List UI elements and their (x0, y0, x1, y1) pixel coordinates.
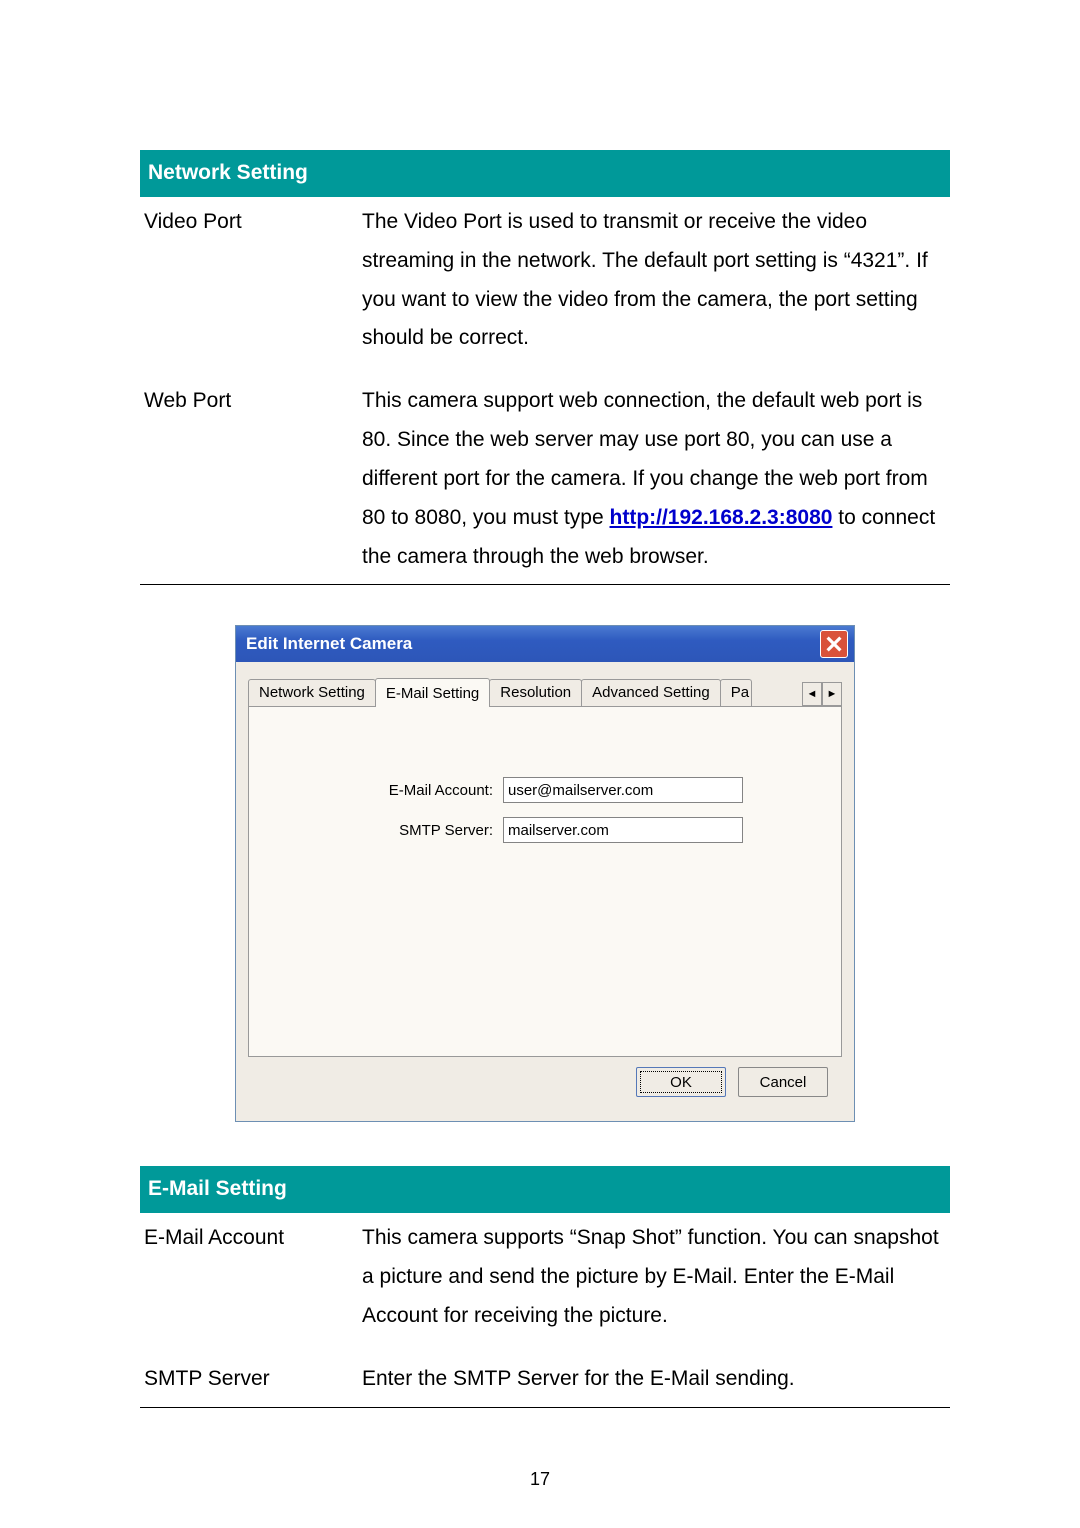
page: Network Setting Video Port The Video Por… (0, 0, 1080, 1528)
smtp-server-desc: Enter the SMTP Server for the E-Mail sen… (358, 1354, 950, 1407)
edit-internet-camera-dialog: Edit Internet Camera Network Setting E-M… (235, 625, 855, 1122)
email-setting-table: E-Mail Setting E-Mail Account This camer… (140, 1166, 950, 1407)
email-setting-header: E-Mail Setting (140, 1166, 950, 1213)
email-account-desc: This camera supports “Snap Shot” functio… (358, 1213, 950, 1354)
ok-button[interactable]: OK (636, 1067, 726, 1097)
tab-advanced-setting[interactable]: Advanced Setting (581, 679, 721, 706)
email-account-row: E-Mail Account: (273, 777, 817, 803)
tabs-row: Network Setting E-Mail Setting Resolutio… (248, 676, 842, 707)
tab-scroll: ◄ ► (802, 676, 842, 706)
dialog-body: Network Setting E-Mail Setting Resolutio… (236, 662, 854, 1121)
tab-scroll-right-icon[interactable]: ► (822, 682, 842, 706)
tab-partial[interactable]: Pa (720, 679, 752, 706)
cancel-button[interactable]: Cancel (738, 1067, 828, 1097)
tab-scroll-left-icon[interactable]: ◄ (802, 682, 822, 706)
smtp-server-term: SMTP Server (140, 1354, 358, 1407)
email-setting-panel: E-Mail Account: SMTP Server: (248, 707, 842, 1057)
email-account-input[interactable] (503, 777, 743, 803)
network-setting-table: Network Setting Video Port The Video Por… (140, 150, 950, 585)
tab-resolution[interactable]: Resolution (489, 679, 582, 706)
dialog-title: Edit Internet Camera (242, 634, 820, 654)
web-port-link[interactable]: http://192.168.2.3:8080 (610, 506, 833, 529)
smtp-server-row: SMTP Server: (273, 817, 817, 843)
dialog-buttons: OK Cancel (248, 1057, 842, 1111)
web-port-desc: This camera support web connection, the … (358, 376, 950, 585)
video-port-desc: The Video Port is used to transmit or re… (358, 197, 950, 376)
close-icon[interactable] (820, 630, 848, 658)
email-account-label: E-Mail Account: (273, 782, 503, 799)
network-setting-header: Network Setting (140, 150, 950, 197)
tab-network-setting[interactable]: Network Setting (248, 679, 376, 706)
smtp-server-label: SMTP Server: (273, 822, 503, 839)
web-port-term: Web Port (140, 376, 358, 585)
dialog-titlebar: Edit Internet Camera (236, 626, 854, 662)
page-number: 17 (0, 1469, 1080, 1490)
video-port-term: Video Port (140, 197, 358, 376)
smtp-server-input[interactable] (503, 817, 743, 843)
email-account-term: E-Mail Account (140, 1213, 358, 1354)
tab-email-setting[interactable]: E-Mail Setting (375, 678, 490, 707)
dialog-wrap: Edit Internet Camera Network Setting E-M… (235, 625, 855, 1122)
